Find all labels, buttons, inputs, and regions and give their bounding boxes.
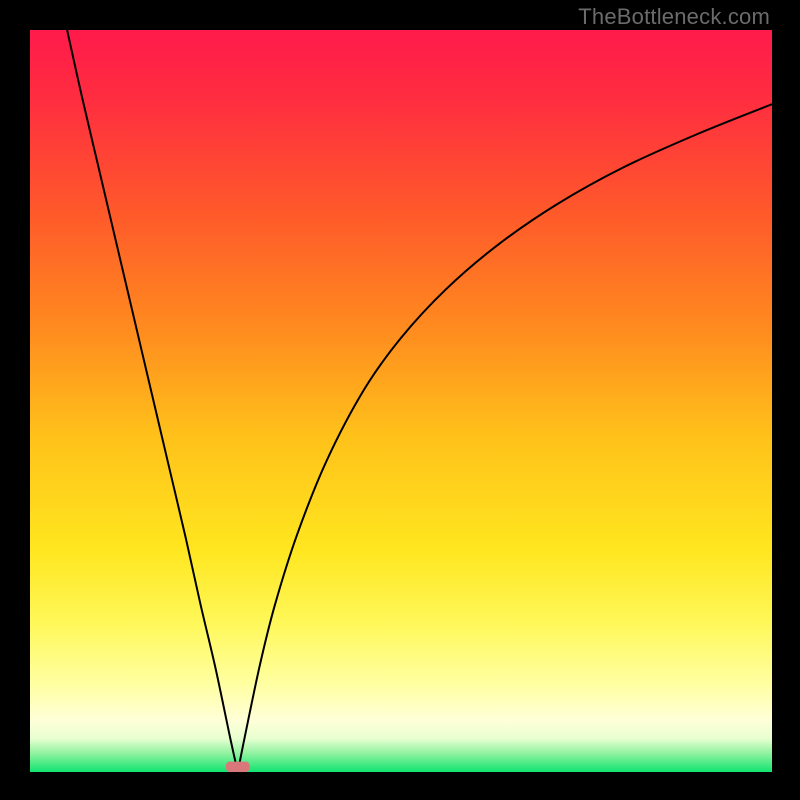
chart-frame [30, 30, 772, 772]
minimum-marker [226, 762, 250, 772]
bottleneck-curve-chart [30, 30, 772, 772]
watermark-text: TheBottleneck.com [578, 4, 770, 30]
gradient-background [30, 30, 772, 772]
